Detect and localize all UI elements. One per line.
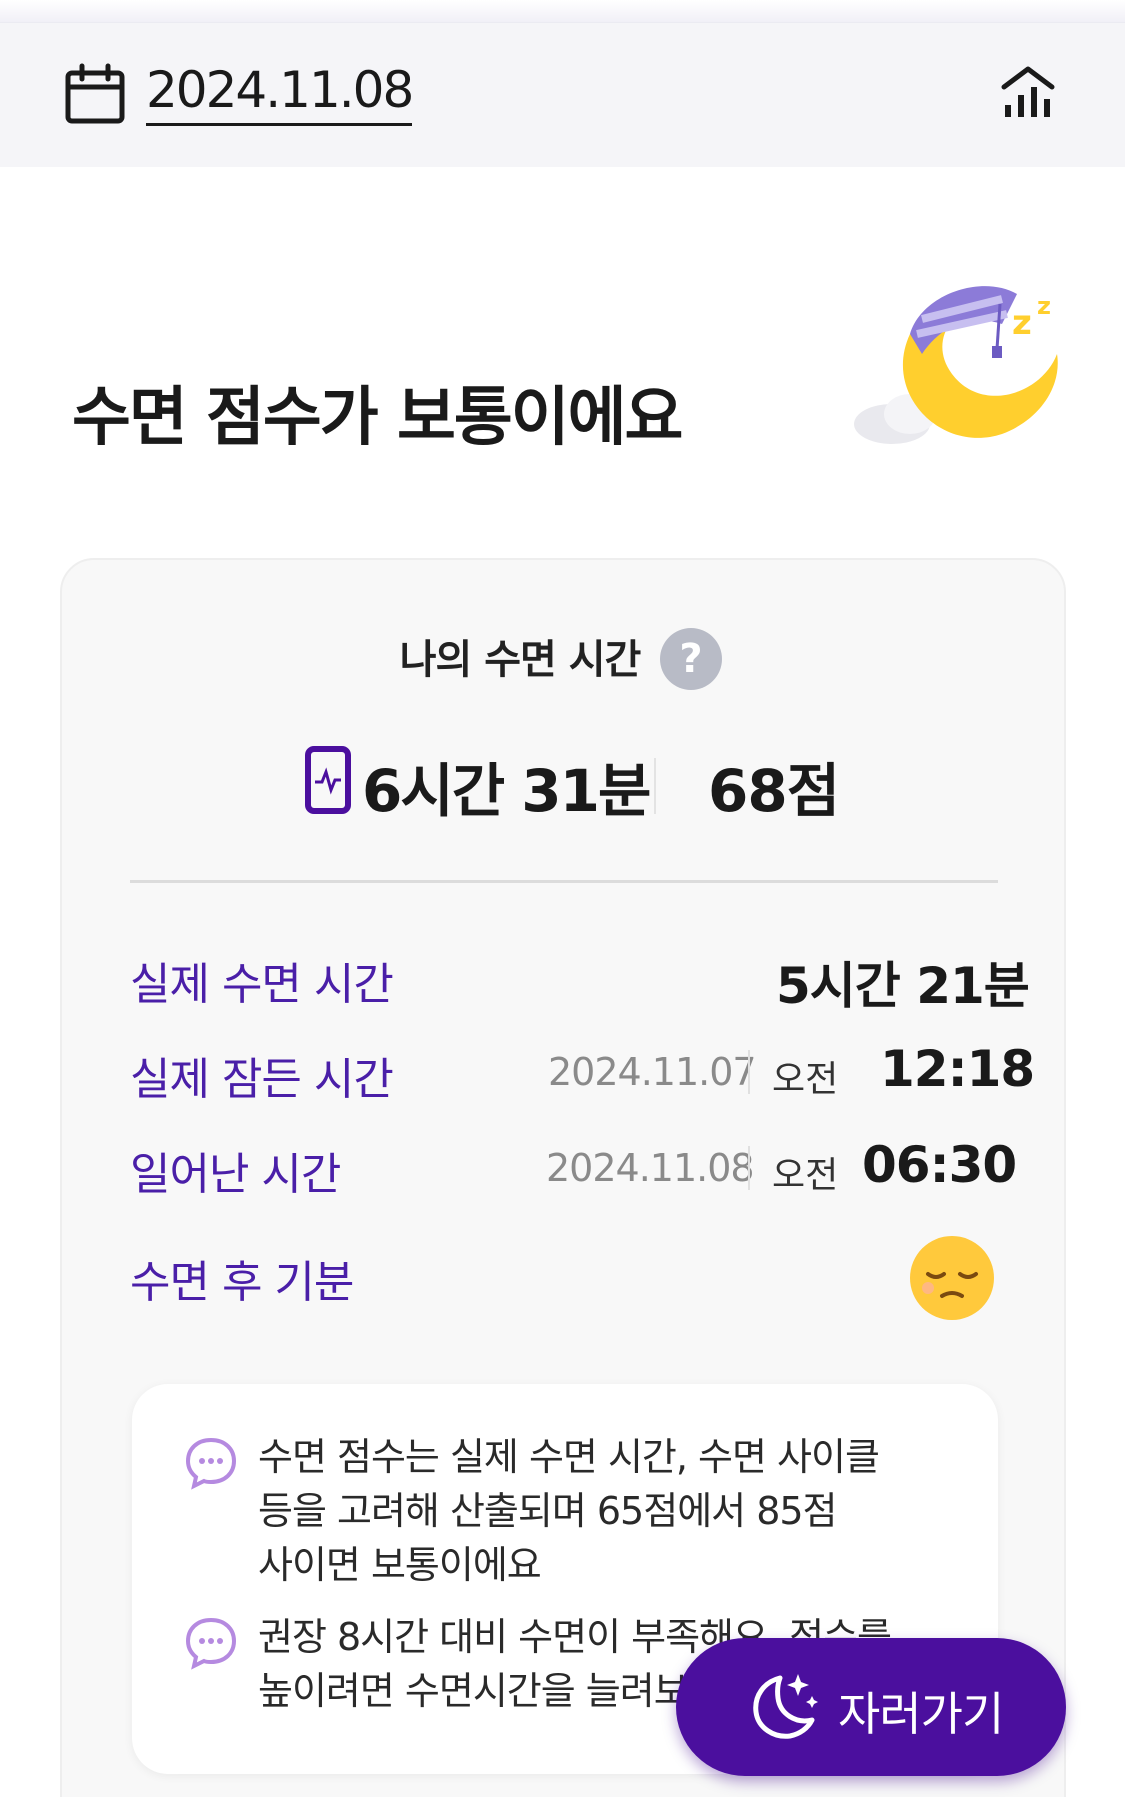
- moon-sparkle-icon: [753, 1674, 818, 1739]
- bar-chart-icon[interactable]: [998, 61, 1058, 121]
- fell-asleep-label: 실제 잠든 시간: [130, 1054, 394, 1105]
- header-top-shade: [0, 0, 1125, 22]
- divider: [654, 758, 656, 814]
- sleep-report-page: 2024.11.08 수면 점수가 보통이에요 z z 나의 수면 시간 ? 6…: [0, 0, 1125, 1797]
- fell-asleep-ampm: 오전: [772, 1059, 839, 1100]
- total-sleep-time: 6시간 31분: [362, 757, 651, 825]
- info-line: 수면 점수는 실제 수면 시간, 수면 사이클: [258, 1435, 880, 1479]
- actual-sleep-value: 5시간 21분: [776, 957, 1030, 1015]
- header-bar: 2024.11.08: [0, 22, 1125, 167]
- divider: [748, 1050, 750, 1094]
- chat-bubble-icon: [185, 1437, 237, 1490]
- svg-text:z: z: [1037, 292, 1051, 320]
- go-to-sleep-label: 자러가기: [838, 1687, 1004, 1741]
- divider: [130, 880, 998, 883]
- mood-after-sleep-label: 수면 후 기분: [130, 1257, 354, 1308]
- sleep-score-title: 수면 점수가 보통이에요: [72, 381, 683, 455]
- sleepy-face-icon: [910, 1236, 994, 1320]
- woke-up-ampm: 오전: [772, 1155, 839, 1196]
- calendar-icon[interactable]: [64, 63, 126, 125]
- help-icon[interactable]: ?: [660, 628, 722, 690]
- divider: [748, 1146, 750, 1190]
- woke-up-time: 06:30: [862, 1136, 1017, 1194]
- go-to-sleep-button[interactable]: 자러가기: [676, 1638, 1066, 1776]
- actual-sleep-label: 실제 수면 시간: [130, 959, 394, 1010]
- woke-up-label: 일어난 시간: [130, 1149, 341, 1200]
- sleep-score: 68점: [708, 757, 840, 825]
- chat-bubble-icon: [185, 1617, 237, 1670]
- info-line: 등을 고려해 산출되며 65점에서 85점: [258, 1489, 838, 1533]
- info-line: 사이면 보통이에요: [258, 1543, 542, 1587]
- sleeping-moon-icon: z z: [854, 286, 1058, 444]
- info-text-1: 수면 점수는 실제 수면 시간, 수면 사이클 등을 고려해 산출되며 65점에…: [258, 1430, 938, 1592]
- woke-up-date: 2024.11.08: [546, 1146, 755, 1190]
- card-heading: 나의 수면 시간: [399, 637, 642, 683]
- phone-tracker-icon: [305, 746, 351, 814]
- fell-asleep-date: 2024.11.07: [548, 1050, 757, 1094]
- date-selector[interactable]: 2024.11.08: [146, 61, 414, 126]
- svg-text:z: z: [1012, 303, 1032, 343]
- fell-asleep-time: 12:18: [880, 1040, 1035, 1098]
